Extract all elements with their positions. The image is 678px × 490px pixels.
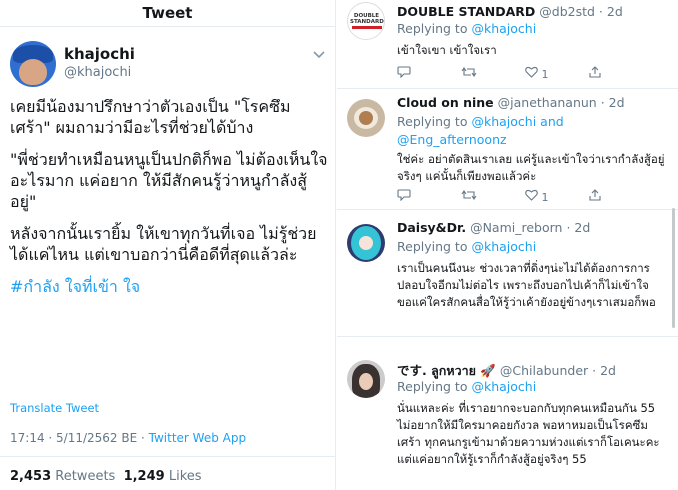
replying-to: Replying to @khajochi [397,239,537,254]
avatar[interactable] [347,99,385,137]
header-bar: Tweet [0,0,335,27]
mention-link[interactable]: @Eng_afternoonz [397,132,507,147]
reply-time[interactable]: · 2d [566,220,590,235]
hashtag-link[interactable]: #กำลัง ใจที่เข้า ใจ [10,276,328,297]
mention-link[interactable]: @khajochi [471,21,536,36]
divider [0,456,335,457]
tweet-author[interactable]: khajochi @khajochi [0,27,335,97]
reply-author-name[interactable]: です. ลูกหวาย 🚀 [397,363,496,378]
retweet-icon[interactable] [461,189,477,204]
like-icon[interactable]: 1 [525,66,549,81]
mention-link[interactable]: @khajochi [471,239,536,254]
reply-header: DOUBLE STANDARD @db2std · 2d [397,4,623,19]
tweet-source-link[interactable]: Twitter Web App [149,431,246,445]
reply-item[interactable]: DOUBLE STANDARD DOUBLE STANDARD @db2std … [337,0,678,89]
author-name[interactable]: khajochi [64,45,135,63]
reply-author-name[interactable]: Daisy&Dr. [397,220,466,235]
author-handle[interactable]: @khajochi [64,65,131,80]
replies-panel: DOUBLE STANDARD DOUBLE STANDARD @db2std … [337,0,678,490]
tweet-meta: 17:14 · 5/11/2562 BE · Twitter Web App [10,431,246,445]
reply-header: Daisy&Dr. @Nami_reborn · 2d [397,220,590,235]
reply-header: Cloud on nine @janethananun · 2d [397,95,625,110]
reply-time[interactable]: · 2d [592,363,616,378]
avatar[interactable] [10,41,56,87]
page-title: Tweet [142,4,193,22]
mention-link[interactable]: @khajochi [471,379,536,394]
replying-to: Replying to @khajochi and @Eng_afternoon… [397,114,564,147]
retweet-count[interactable]: 2,453 [10,469,51,484]
like-count: 1 [541,68,549,81]
likes-label[interactable]: Likes [169,469,202,484]
retweets-label[interactable]: Retweets [55,469,115,484]
reply-text: นั่นแหละค่ะ ที่เราอยากจะบอกกับทุกคนเหมือ… [397,401,660,466]
tweet-paragraph: "พี่ช่วยทำเหมือนหนูเป็นปกติก็พอ ไม่ต้องเ… [10,150,328,211]
replying-to: Replying to @khajochi [397,379,537,394]
tweet-stats: 2,453 Retweets 1,249 Likes [10,469,202,484]
reply-time[interactable]: · 2d [601,95,625,110]
replying-to: Replying to @khajochi [397,21,537,36]
reply-author-handle[interactable]: @Chilabunder [500,363,588,378]
reply-item[interactable]: Daisy&Dr. @Nami_reborn · 2d Replying to … [337,210,678,337]
reply-author-name[interactable]: DOUBLE STANDARD [397,4,535,19]
reply-text: เราเป็นคนนึงนะ ช่วงเวลาที่ดิ่งๆน่ะไม่ได้… [397,261,656,309]
reply-icon[interactable] [397,66,411,81]
share-icon[interactable] [589,66,601,81]
like-count[interactable]: 1,249 [124,469,165,484]
retweet-icon[interactable] [461,66,477,81]
reply-item[interactable]: です. ลูกหวาย 🚀 @Chilabunder · 2d Replying… [337,352,678,490]
avatar[interactable] [347,360,385,398]
reply-text: ใช่ค่ะ อย่าตัดสินเราเลย แค่รู้และเข้าใจว… [397,152,665,183]
reply-author-handle[interactable]: @janethananun [498,95,597,110]
mention-link[interactable]: @khajochi [471,114,536,129]
reply-author-name[interactable]: Cloud on nine [397,95,494,110]
reply-actions: 1 [397,66,657,82]
reply-author-handle[interactable]: @db2std [539,4,595,19]
reply-author-handle[interactable]: @Nami_reborn [470,220,562,235]
reply-item[interactable]: Cloud on nine @janethananun · 2d Replyin… [337,89,678,210]
like-icon[interactable]: 1 [525,189,549,204]
reply-time[interactable]: · 2d [599,4,623,19]
scrollbar[interactable] [672,208,675,328]
chevron-down-icon[interactable] [313,49,325,62]
reply-actions: 1 [397,189,657,205]
tweet-timestamp[interactable]: 17:14 · 5/11/2562 BE · [10,431,149,445]
share-icon[interactable] [589,189,601,204]
avatar[interactable] [347,224,385,262]
tweet-paragraph: หลังจากนั้นเรายิ้ม ให้เขาทุกวันที่เจอ ไม… [10,224,317,264]
reply-icon[interactable] [397,189,411,204]
reply-text: เข้าใจเขา เข้าใจเรา [397,43,497,57]
translate-tweet-link[interactable]: Translate Tweet [10,401,99,415]
tweet-text: เคยมีน้องมาปรึกษาว่าตัวเองเป็น "โรคซึมเศ… [10,96,328,297]
tweet-paragraph: เคยมีน้องมาปรึกษาว่าตัวเองเป็น "โรคซึมเศ… [10,97,291,137]
avatar[interactable]: DOUBLE STANDARD [347,2,385,40]
like-count: 1 [541,191,549,204]
tweet-detail-panel: Tweet khajochi @khajochi เคยมีน้องมาปรึก… [0,0,336,490]
